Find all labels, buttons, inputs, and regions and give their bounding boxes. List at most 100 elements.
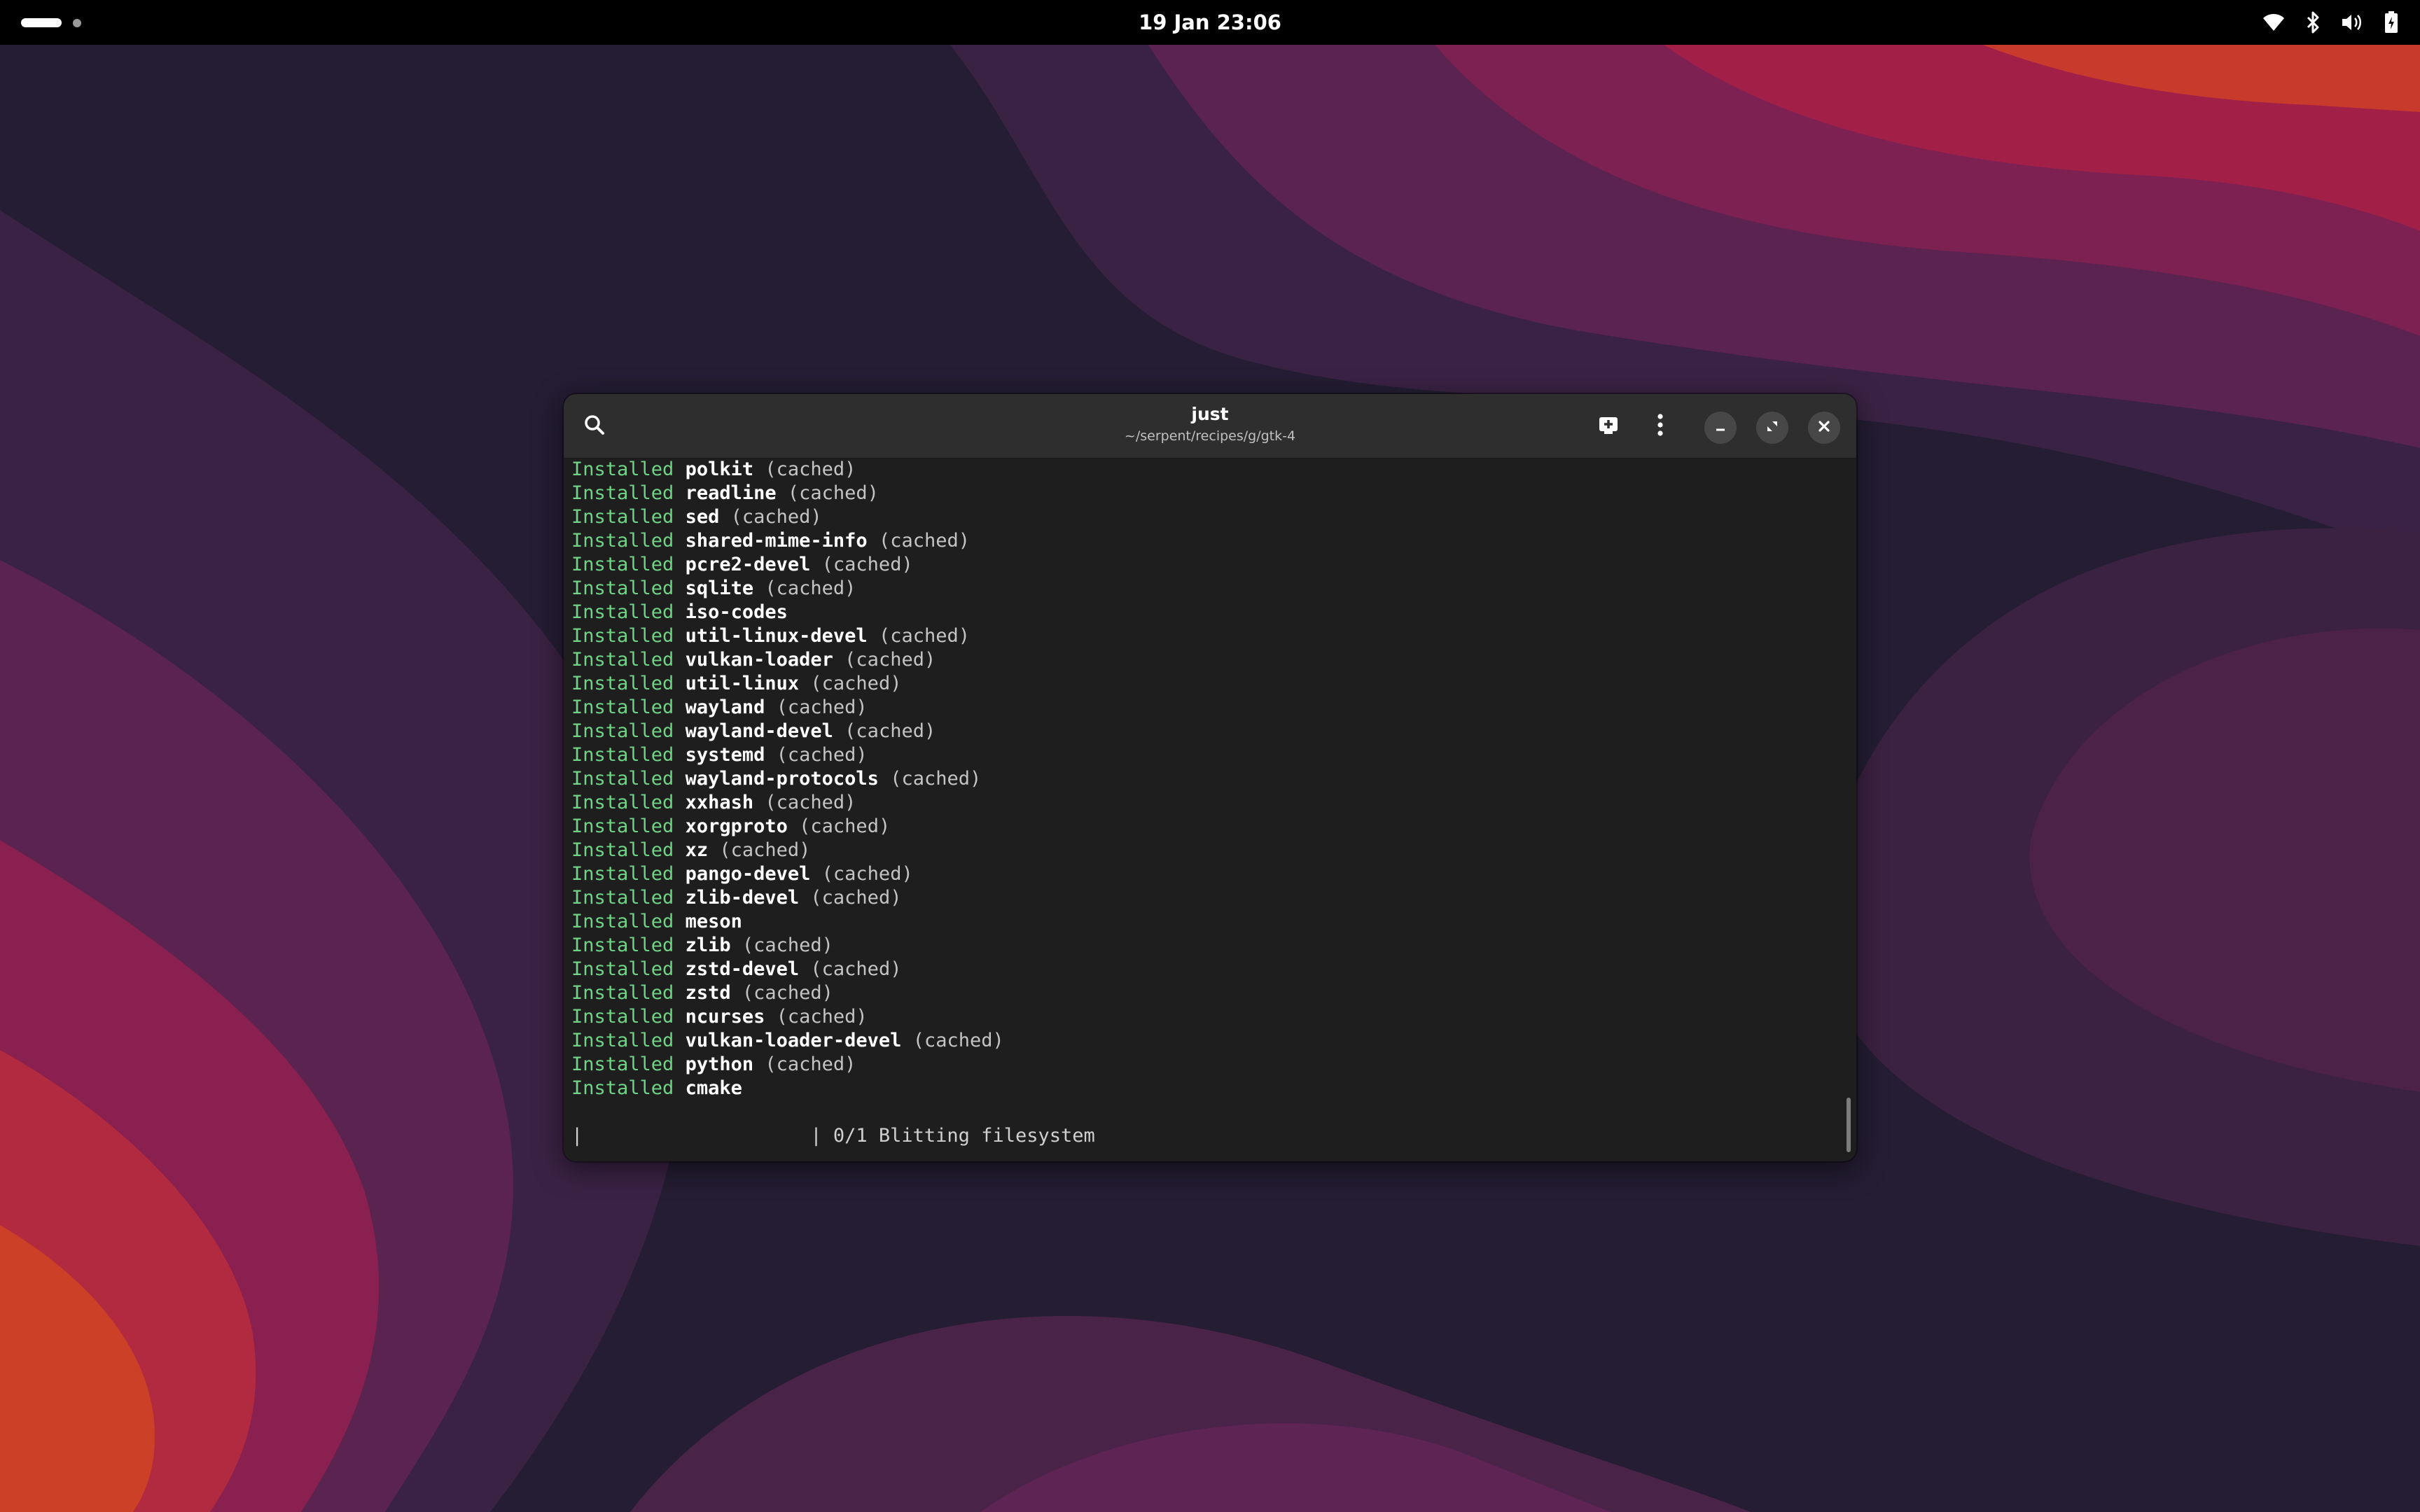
terminal-line: Installed iso-codes (571, 601, 1832, 624)
terminal-line: Installed zlib (cached) (571, 934, 1832, 958)
cache-note: (cached) (776, 1006, 868, 1028)
minimize-button[interactable] (1704, 412, 1737, 444)
status-keyword: Installed (571, 816, 674, 837)
terminal-line: Installed polkit (cached) (571, 458, 1832, 482)
header-bar[interactable]: just ~/serpent/recipes/g/gtk-4 (564, 394, 1856, 459)
status-keyword: Installed (571, 601, 674, 623)
scrollbar[interactable] (1847, 1098, 1851, 1152)
cache-note: (cached) (912, 1030, 1004, 1051)
cache-note: (cached) (844, 720, 936, 742)
package-name: zlib (685, 934, 731, 956)
window-subtitle: ~/serpent/recipes/g/gtk-4 (1124, 428, 1296, 444)
cache-note: (cached) (776, 744, 868, 766)
desktop: 19 Jan 23:06 just ~/serpent/recipes/g/gt… (0, 0, 2420, 1512)
package-name: ncurses (685, 1006, 765, 1028)
terminal-line: Installed zstd-devel (cached) (571, 958, 1832, 981)
status-keyword: Installed (571, 649, 674, 671)
cache-note: (cached) (787, 482, 879, 504)
maximize-button[interactable] (1756, 412, 1788, 444)
terminal-line: Installed zstd (cached) (571, 981, 1832, 1005)
status-keyword: Installed (571, 958, 674, 980)
status-keyword: Installed (571, 673, 674, 694)
progress-line: | | 0/1 Blitting filesystem (571, 1125, 1095, 1147)
status-keyword: Installed (571, 911, 674, 932)
top-bar: 19 Jan 23:06 (0, 0, 2420, 45)
new-tab-button[interactable] (1590, 408, 1627, 444)
menu-button[interactable] (1642, 408, 1678, 444)
status-keyword: Installed (571, 744, 674, 766)
cache-note: (cached) (878, 530, 970, 552)
terminal-line: Installed cmake (571, 1077, 1832, 1100)
package-name: xz (685, 839, 709, 861)
package-name: wayland-protocols (685, 768, 879, 790)
cache-note: (cached) (890, 768, 982, 790)
terminal-line: Installed python (cached) (571, 1053, 1832, 1077)
new-tab-icon (1598, 414, 1619, 438)
status-keyword: Installed (571, 1030, 674, 1051)
cache-note: (cached) (810, 958, 902, 980)
terminal-line: Installed meson (571, 910, 1832, 934)
package-name: meson (685, 911, 742, 932)
terminal-line: Installed sqlite (cached) (571, 577, 1832, 601)
package-name: xorgproto (685, 816, 788, 837)
status-keyword: Installed (571, 1054, 674, 1075)
workspace-indicator[interactable] (73, 18, 81, 27)
terminal-line: Installed vulkan-loader (cached) (571, 648, 1832, 672)
cache-note: (cached) (810, 887, 902, 909)
search-button[interactable] (576, 408, 613, 444)
search-icon (584, 414, 605, 438)
terminal-line: Installed util-linux-devel (cached) (571, 624, 1832, 648)
terminal-line: Installed sed (cached) (571, 505, 1832, 529)
status-keyword: Installed (571, 839, 674, 861)
clock[interactable]: 19 Jan 23:06 (1070, 0, 1350, 45)
status-keyword: Installed (571, 768, 674, 790)
close-icon (1818, 420, 1830, 435)
package-name: sed (685, 506, 720, 528)
cache-note: (cached) (765, 1054, 856, 1075)
terminal-line: Installed vulkan-loader-devel (cached) (571, 1029, 1832, 1053)
terminal-line: Installed shared-mime-info (cached) (571, 529, 1832, 553)
cache-note: (cached) (776, 696, 868, 718)
cache-note: (cached) (730, 506, 822, 528)
terminal-window[interactable]: just ~/serpent/recipes/g/gtk-4 Installed… (564, 394, 1856, 1161)
activities-indicator[interactable] (21, 18, 81, 27)
volume-icon (2340, 10, 2364, 34)
cache-note: (cached) (765, 792, 856, 813)
package-name: vulkan-loader (685, 649, 833, 671)
maximize-icon (1765, 419, 1779, 436)
cache-note: (cached) (844, 649, 936, 671)
close-button[interactable] (1808, 412, 1840, 444)
bluetooth-icon (2301, 10, 2325, 34)
terminal-line: Installed wayland-protocols (cached) (571, 767, 1832, 791)
terminal-output[interactable]: Installed polkit (cached) Installed readl… (571, 458, 1832, 1158)
package-name: readline (685, 482, 777, 504)
package-name: iso-codes (685, 601, 788, 623)
cache-note: (cached) (719, 839, 811, 861)
cache-note: (cached) (810, 673, 902, 694)
status-keyword: Installed (571, 482, 674, 504)
status-keyword: Installed (571, 530, 674, 552)
package-name: pcre2-devel (685, 554, 811, 575)
package-name: polkit (685, 458, 754, 480)
terminal-lines: Installed polkit (cached) Installed readl… (571, 458, 1832, 1100)
package-name: shared-mime-info (685, 530, 868, 552)
terminal-line: Installed wayland (cached) (571, 696, 1832, 720)
status-keyword: Installed (571, 887, 674, 909)
package-name: zstd-devel (685, 958, 800, 980)
terminal-line: Installed ncurses (cached) (571, 1005, 1832, 1029)
package-name: sqlite (685, 578, 754, 599)
package-name: python (685, 1054, 754, 1075)
terminal-line: Installed zlib-devel (cached) (571, 886, 1832, 910)
package-name: util-linux-devel (685, 625, 868, 647)
package-name: zstd (685, 982, 731, 1004)
terminal-line: Installed xxhash (cached) (571, 791, 1832, 815)
cache-note: (cached) (821, 863, 913, 885)
status-keyword: Installed (571, 554, 674, 575)
cache-note: (cached) (878, 625, 970, 647)
minimize-icon (1714, 420, 1727, 435)
workspace-active-indicator[interactable] (21, 18, 62, 27)
terminal-line: Installed pcre2-devel (cached) (571, 553, 1832, 577)
terminal-line: Installed readline (cached) (571, 482, 1832, 505)
system-tray[interactable] (2262, 0, 2403, 45)
wifi-icon (2262, 10, 2286, 34)
